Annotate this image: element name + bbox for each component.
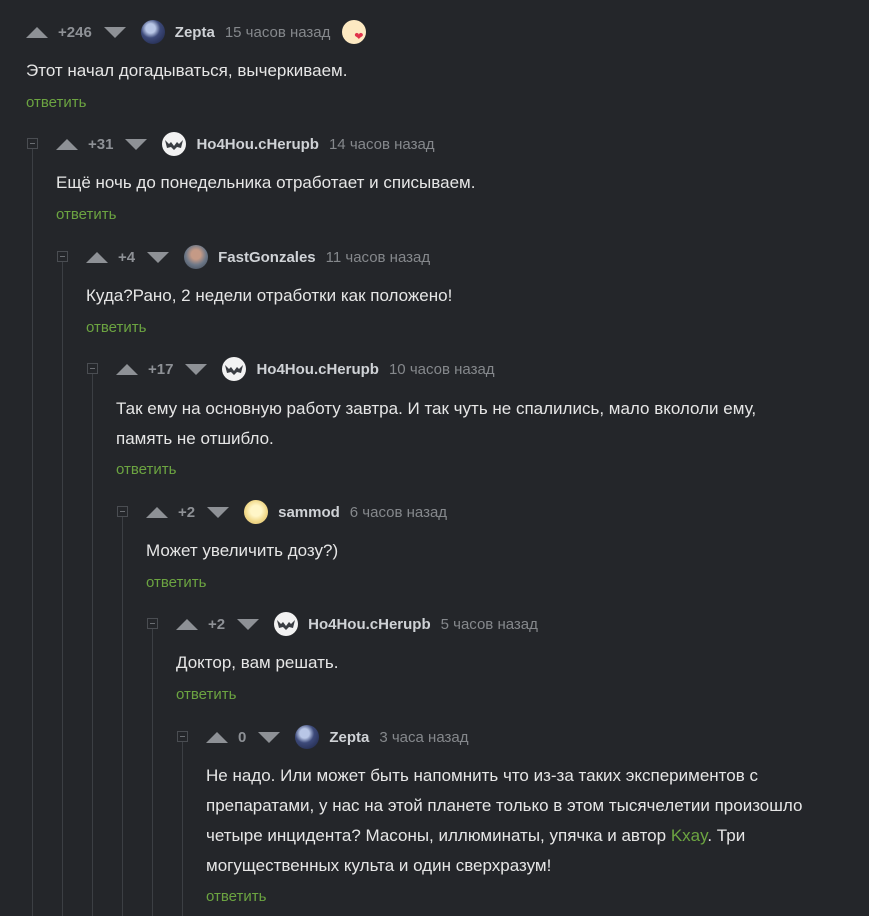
comment-header: +2 sammod 6 часов назад: [146, 499, 447, 525]
collapse-thread-button[interactable]: [87, 363, 98, 374]
collapse-thread-button[interactable]: [57, 251, 68, 262]
comment-text: Так ему на основную работу завтра. И так…: [116, 394, 756, 454]
thread-line: [92, 374, 93, 916]
reply-link[interactable]: ответить: [86, 319, 146, 336]
comment-time[interactable]: 3 часа назад: [379, 729, 468, 746]
comment-text: Куда?Рано, 2 недели отработки как положе…: [86, 286, 453, 305]
comment-text-fragment: четыре инцидента? Масоны, иллюминаты, уп…: [206, 826, 671, 845]
comment-rating: +17: [148, 360, 174, 378]
comment-author[interactable]: Ho4Hou.cHerupb: [196, 136, 319, 153]
comment-text-line: память не отшибло.: [116, 429, 274, 448]
upvote-button[interactable]: [206, 731, 228, 743]
downvote-button[interactable]: [185, 363, 208, 375]
comment-header: +246 Zepta 15 часов назад: [26, 19, 367, 45]
comment-text: Не надо. Или может быть напомнить что из…: [206, 761, 802, 881]
collapse-thread-button[interactable]: [177, 731, 188, 742]
fastgonzales-avatar-icon[interactable]: [184, 245, 209, 269]
comment-rating: +2: [208, 615, 226, 633]
comment-text-line: четыре инцидента? Масоны, иллюминаты, уп…: [206, 821, 802, 851]
sammod-avatar-icon[interactable]: [244, 500, 269, 524]
comment-author[interactable]: sammod: [278, 504, 340, 521]
collapse-thread-button[interactable]: [117, 506, 128, 517]
comment-text-line: Не надо. Или может быть напомнить что из…: [206, 766, 758, 785]
comment-rating: +4: [118, 248, 136, 266]
comment-text-line: Так ему на основную работу завтра. И так…: [116, 399, 757, 418]
comment-author[interactable]: Zepta: [329, 729, 369, 746]
comment-header: +31 Ho4Hou.cHerupb 14 часов назад: [56, 131, 435, 157]
thread-line: [62, 262, 63, 916]
bat-avatar-icon[interactable]: [162, 132, 187, 156]
downvote-button[interactable]: [103, 26, 126, 38]
collapse-thread-button[interactable]: [147, 618, 158, 629]
reply-link[interactable]: ответить: [56, 206, 116, 223]
comment-time[interactable]: 5 часов назад: [441, 616, 538, 633]
comment-author[interactable]: Ho4Hou.cHerupb: [256, 361, 379, 378]
award-badge-icon: [342, 20, 367, 44]
downvote-button[interactable]: [237, 618, 260, 630]
comment-text-line: препаратами, у нас на этой планете тольк…: [206, 796, 803, 815]
comment-text: Доктор, вам решать.: [176, 653, 339, 672]
bat-avatar-icon[interactable]: [222, 357, 247, 381]
comment-time[interactable]: 14 часов назад: [329, 136, 435, 153]
comment-header: 0 Zepta 3 часа назад: [206, 724, 468, 750]
downvote-button[interactable]: [147, 251, 170, 263]
reply-link[interactable]: ответить: [26, 94, 86, 111]
reply-link[interactable]: ответить: [146, 574, 206, 591]
zepta-avatar-icon[interactable]: [140, 20, 165, 44]
comment-author[interactable]: FastGonzales: [218, 249, 316, 266]
comment-author[interactable]: Zepta: [175, 24, 215, 41]
downvote-button[interactable]: [258, 731, 281, 743]
comment-rating: 0: [238, 728, 247, 746]
author-link[interactable]: Kxay: [671, 826, 708, 845]
comment-header: +2 Ho4Hou.cHerupb 5 часов назад: [176, 611, 538, 637]
reply-link[interactable]: ответить: [116, 461, 176, 478]
thread-line: [182, 742, 183, 916]
comment-time[interactable]: 11 часов назад: [326, 249, 430, 266]
comment-text-fragment: . Три: [707, 826, 746, 845]
upvote-button[interactable]: [56, 138, 78, 150]
comment-time[interactable]: 6 часов назад: [350, 504, 447, 521]
comment-text: Этот начал догадываться, вычеркиваем.: [26, 61, 348, 80]
comment-author[interactable]: Ho4Hou.cHerupb: [308, 616, 431, 633]
upvote-button[interactable]: [146, 506, 168, 518]
zepta-avatar-icon[interactable]: [295, 725, 320, 749]
comment-rating: +246: [58, 23, 92, 41]
thread-line: [122, 517, 123, 916]
thread-line: [152, 629, 153, 916]
comment-rating: +31: [88, 135, 114, 153]
comment-text-line: могущественных культа и один сверхразум!: [206, 856, 552, 875]
downvote-button[interactable]: [207, 506, 230, 518]
collapse-thread-button[interactable]: [27, 138, 38, 149]
comment-header: +17 Ho4Hou.cHerupb 10 часов назад: [116, 356, 495, 382]
comment-rating: +2: [178, 503, 196, 521]
comment-time[interactable]: 10 часов назад: [389, 361, 495, 378]
comment-text: Может увеличить дозу?): [146, 541, 339, 560]
thread-line: [32, 149, 33, 916]
comment-time[interactable]: 15 часов назад: [225, 24, 331, 41]
upvote-button[interactable]: [116, 363, 138, 375]
reply-link[interactable]: ответить: [176, 686, 236, 703]
bat-avatar-icon[interactable]: [274, 612, 299, 636]
comment-header: +4 FastGonzales 11 часов назад: [86, 244, 430, 270]
upvote-button[interactable]: [176, 618, 198, 630]
upvote-button[interactable]: [26, 26, 48, 38]
upvote-button[interactable]: [86, 251, 108, 263]
reply-link[interactable]: ответить: [206, 888, 266, 905]
comment-text: Ещё ночь до понедельника отработает и сп…: [56, 173, 476, 192]
downvote-button[interactable]: [125, 138, 148, 150]
